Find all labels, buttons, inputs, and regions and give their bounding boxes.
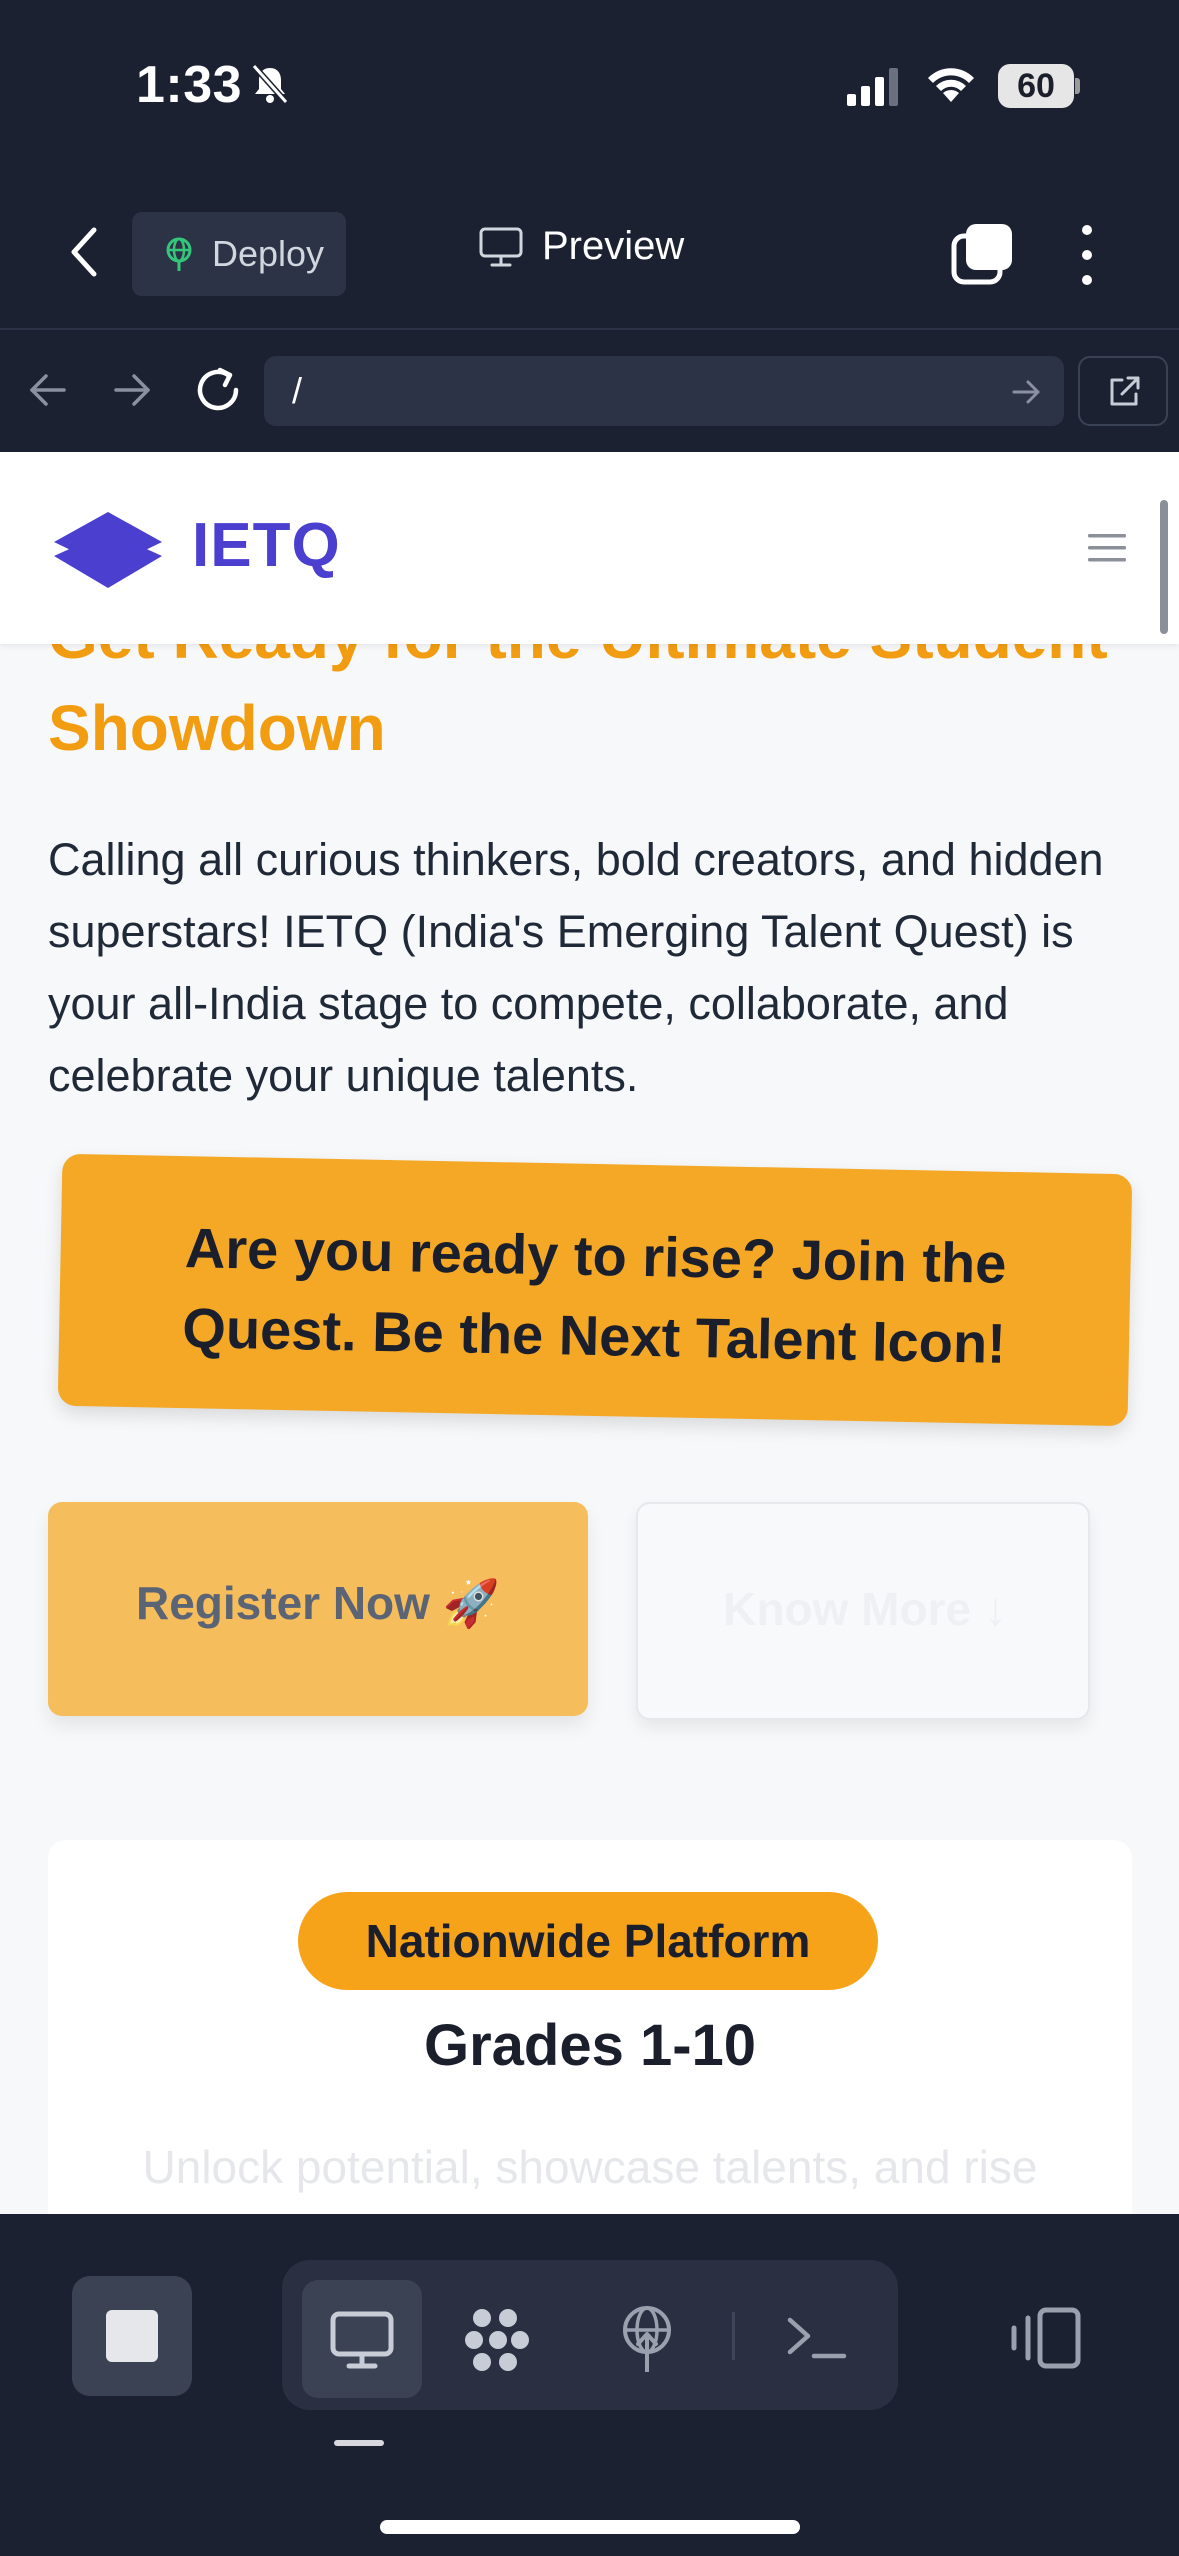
register-now-button[interactable]: Register Now 🚀 <box>48 1502 588 1716</box>
reload-icon[interactable] <box>190 362 246 418</box>
site-navbar: IETQ <box>0 452 1179 644</box>
desktop-icon[interactable] <box>327 2304 397 2374</box>
bell-off-icon <box>251 64 289 104</box>
bottom-toolbar <box>0 2214 1179 2556</box>
platform-card: Nationwide Platform Grades 1-10 Unlock p… <box>48 1840 1132 2214</box>
cta-banner-text: Are you ready to rise? Join the Quest. B… <box>181 1216 1007 1375</box>
url-input[interactable]: / <box>264 356 1064 426</box>
web-preview: IETQ Get Ready for the Ultimate Student … <box>0 452 1179 2214</box>
open-external-button[interactable] <box>1078 356 1168 426</box>
preview-tab[interactable]: Preview <box>478 224 684 269</box>
toolbar-divider <box>732 2312 735 2360</box>
cell-signal-icon <box>847 68 898 106</box>
deploy-globe-icon <box>166 237 192 271</box>
stop-button[interactable] <box>72 2276 192 2396</box>
arrow-left-icon[interactable] <box>26 368 70 412</box>
tabs-icon[interactable] <box>950 222 1014 286</box>
status-time: 1:33 <box>136 56 243 114</box>
cta-banner: Are you ready to rise? Join the Quest. B… <box>57 1153 1133 1427</box>
deploy-icon[interactable] <box>612 2304 682 2374</box>
apps-grid-icon[interactable] <box>462 2304 532 2374</box>
view-switcher <box>282 2260 898 2410</box>
url-text: / <box>292 370 303 411</box>
home-indicator <box>380 2520 800 2534</box>
know-more-label: Know More ↓ <box>723 1583 1007 1635</box>
panel-toggle-icon[interactable] <box>1010 2306 1082 2370</box>
monitor-icon <box>479 227 523 266</box>
know-more-button[interactable]: Know More ↓ <box>636 1502 1090 1720</box>
stop-icon <box>106 2310 158 2362</box>
status-bar: 1:33 60 <box>0 0 1179 180</box>
browser-toolbar: / <box>0 332 1179 452</box>
deploy-label: Deploy <box>212 233 325 274</box>
grades-title: Grades 1-10 <box>423 2013 757 2078</box>
battery-percent: 60 <box>1017 67 1055 105</box>
page-scrollbar[interactable] <box>1160 500 1168 634</box>
preview-label: Preview <box>542 224 685 268</box>
active-view-indicator <box>334 2440 384 2446</box>
hero-intro: Calling all curious thinkers, bold creat… <box>48 834 1104 1101</box>
battery-indicator: 60 <box>998 64 1080 108</box>
register-now-label: Register Now 🚀 <box>135 1577 500 1629</box>
site-brand[interactable]: IETQ <box>192 510 341 581</box>
url-go-icon[interactable] <box>1010 376 1042 408</box>
open-external-icon <box>1110 376 1140 406</box>
wifi-icon <box>928 68 974 102</box>
arrow-right-icon[interactable] <box>110 368 154 412</box>
platform-badge: Nationwide Platform <box>298 1892 878 1990</box>
platform-tagline: Unlock potential, showcase talents, and … <box>142 2141 1038 2193</box>
deploy-button[interactable]: Deploy <box>132 212 346 296</box>
more-vertical-icon[interactable] <box>1072 220 1102 290</box>
logo-layers-icon[interactable] <box>50 508 166 594</box>
app-header: Deploy Preview <box>0 180 1179 330</box>
back-chevron-icon[interactable] <box>62 222 106 282</box>
hamburger-icon[interactable] <box>1088 532 1126 564</box>
terminal-icon[interactable] <box>782 2304 852 2374</box>
